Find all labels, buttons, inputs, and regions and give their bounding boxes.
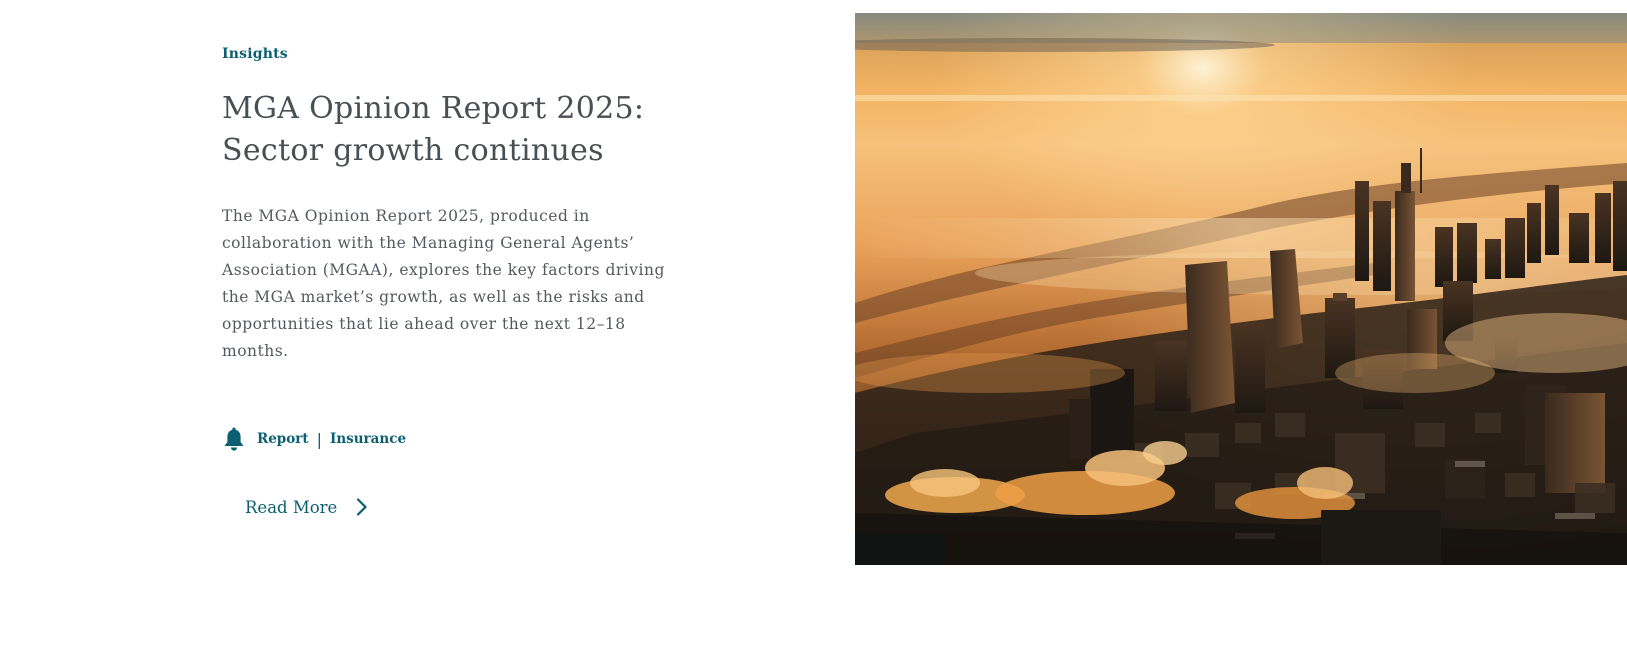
read-more-label: Read More: [245, 497, 338, 517]
tag-row: Report | Insurance: [222, 426, 406, 452]
article-title: MGA Opinion Report 2025: Sector growth c…: [222, 91, 645, 168]
tag-report-link[interactable]: Report: [257, 431, 309, 447]
tag-separator: |: [316, 429, 322, 449]
tag-insurance-link[interactable]: Insurance: [330, 431, 406, 447]
category-link[interactable]: Insights: [222, 46, 288, 62]
bell-icon: [222, 426, 246, 452]
read-more-link[interactable]: Read More: [245, 493, 369, 521]
chevron-right-icon: [355, 497, 369, 517]
hero-image-city-aerial: [855, 13, 1627, 565]
article-description: The MGA Opinion Report 2025, produced in…: [222, 207, 665, 360]
